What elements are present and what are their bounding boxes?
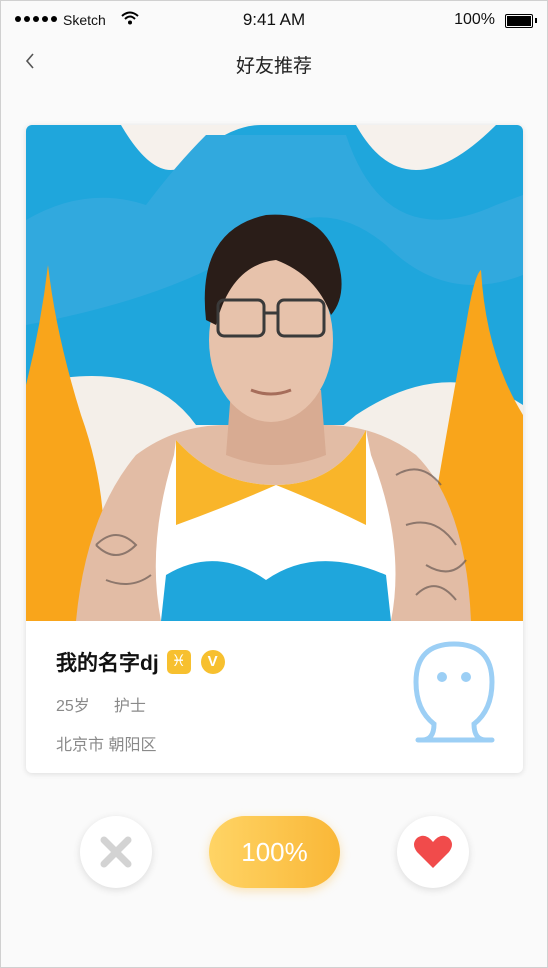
page-title: 好友推荐 bbox=[235, 56, 312, 77]
dislike-button[interactable] bbox=[80, 816, 152, 888]
heart-icon bbox=[414, 835, 452, 868]
profile-name: 我的名字dj bbox=[56, 652, 159, 675]
match-button[interactable]: 100% bbox=[209, 816, 340, 888]
profile-age: 25岁 bbox=[56, 698, 90, 715]
battery-percent: 100% bbox=[454, 11, 495, 28]
zodiac-icon: ♓ bbox=[166, 650, 191, 674]
nav-bar: 好友推荐 bbox=[1, 41, 547, 85]
profile-occupation: 护士 bbox=[113, 698, 146, 715]
name-row: 我的名字dj ♓ V bbox=[56, 647, 225, 677]
profile-meta: 25岁 护士 bbox=[56, 692, 146, 716]
battery-icon bbox=[505, 14, 537, 28]
like-button[interactable] bbox=[397, 816, 469, 888]
profile-photo bbox=[26, 125, 523, 621]
profile-card[interactable]: 我的名字dj ♓ V 25岁 护士 北京市 朝阳区 bbox=[26, 125, 523, 773]
phone-screen: Sketch 9:41 AM 100% 好友推荐 我的名字dj ♓ V 25岁 … bbox=[0, 0, 548, 968]
verified-icon: V bbox=[200, 650, 225, 674]
status-bar: Sketch 9:41 AM 100% bbox=[1, 1, 547, 41]
profile-location: 北京市 朝阳区 bbox=[56, 737, 157, 754]
close-icon bbox=[100, 836, 132, 868]
ghost-icon bbox=[413, 641, 495, 743]
